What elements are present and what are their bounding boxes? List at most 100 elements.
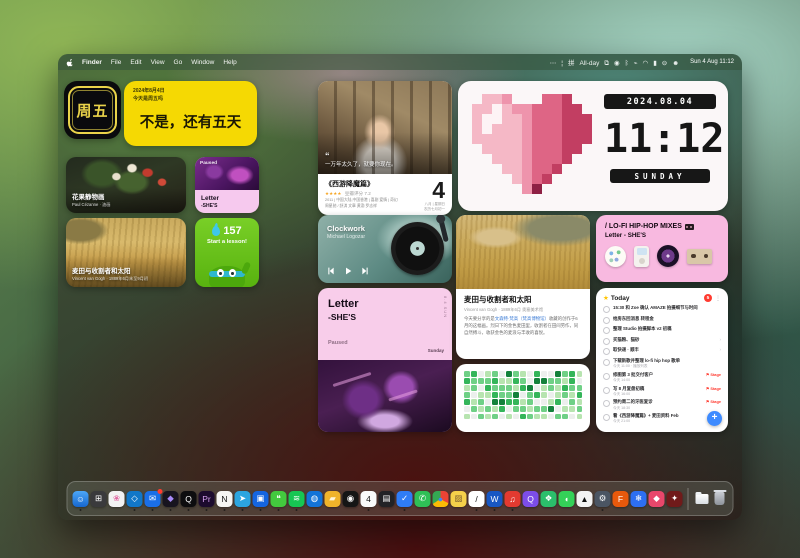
habit-grid-widget[interactable]	[456, 364, 590, 432]
todo-item[interactable]: 预约周二的牙医复诊今天 18:30⚑ Stage	[603, 399, 721, 410]
dock-notion[interactable]: N	[217, 491, 233, 507]
todo-checkbox[interactable]	[603, 359, 610, 366]
todo-item[interactable]: 给房东回消息 转租金	[603, 316, 721, 324]
menu-help[interactable]: Help	[223, 59, 236, 66]
dock-wechat[interactable]: ❝	[271, 491, 287, 507]
dock-carplay[interactable]: ▤	[379, 491, 395, 507]
status-icon-10[interactable]: ⊖	[662, 60, 667, 67]
movie-calendar-widget[interactable]: “ 一万年太久了，就要你现在。 《西游降魔篇》 ★★★★ 豆瓣评分 7.2 20…	[318, 81, 452, 215]
todo-text: 取快递 · 顺丰	[613, 347, 717, 353]
dock-obsidian[interactable]: ◆	[163, 491, 179, 507]
todo-item[interactable]: 修图第 3 批交付客户今天 14:00⚑ Stage	[603, 372, 721, 383]
dock-slash[interactable]: /	[469, 491, 485, 507]
dock-trash[interactable]	[712, 491, 728, 507]
cezanne-art-widget[interactable]: 花果静物画 Paul Cézanne · 油画	[66, 157, 186, 213]
todo-checkbox[interactable]	[603, 387, 610, 394]
more-icon[interactable]: ⋮	[715, 295, 721, 302]
dock-quark[interactable]: Q	[523, 491, 539, 507]
art-daily-widget[interactable]: 麦田与收割者和太阳 Vincent van Gogh · 1889年6月 奥塞美…	[456, 215, 590, 359]
duolingo-streak-widget[interactable]: 157 Start a lesson!	[195, 218, 259, 287]
friday-countdown-widget[interactable]: 2024年8月4日 今天是周五吗 不是，还有五天	[124, 81, 257, 146]
vinyl-player-widget[interactable]: Clockwork Michael Logozar	[318, 215, 452, 283]
dock-netease-music[interactable]: ♫	[505, 491, 521, 507]
dock-downloads[interactable]	[694, 491, 710, 507]
todo-checkbox[interactable]	[603, 373, 610, 380]
previous-track-icon[interactable]	[327, 267, 335, 275]
dock-word[interactable]: W	[487, 491, 503, 507]
todo-item[interactable]: 15:30 和 Zoe 确认 AMAZE 拍摄细节与时间	[603, 305, 721, 313]
dock-shield[interactable]: ❖	[541, 491, 557, 507]
status-icon-11[interactable]: ☻	[672, 60, 679, 67]
status-icon-4[interactable]: ⧉	[604, 60, 609, 67]
next-track-icon[interactable]	[361, 267, 369, 275]
dock-paint[interactable]: ▨	[451, 491, 467, 507]
dock-folder-yellow[interactable]: ▰	[325, 491, 341, 507]
status-icon-2[interactable]: 拼	[568, 60, 575, 67]
todo-checkbox[interactable]	[603, 348, 610, 355]
dock-photos[interactable]: ❀	[109, 491, 125, 507]
dock-meeting[interactable]: ▣	[253, 491, 269, 507]
todo-checkbox[interactable]	[603, 414, 610, 421]
todo-checkbox[interactable]	[603, 338, 610, 345]
todo-checkbox[interactable]	[603, 306, 610, 313]
dock-fraction[interactable]: ❄	[631, 491, 647, 507]
dock-calendar[interactable]: 4	[361, 491, 377, 507]
menu-file[interactable]: File	[111, 59, 121, 66]
todo-item[interactable]: 买猫粮、猫砂›	[603, 337, 721, 345]
dock-vscode[interactable]: ◇	[127, 491, 143, 507]
status-icon-1[interactable]: ¦	[561, 60, 563, 67]
apple-menu-icon[interactable]	[66, 58, 74, 67]
todo-item[interactable]: 下载新歌并整理 lo-fi hip hop 歌单今天 11:00 · 播放列表	[603, 358, 721, 369]
status-icon-0[interactable]: ⋯	[550, 60, 557, 67]
status-icon-3[interactable]: All-day	[579, 60, 599, 67]
dock-f-app[interactable]: F	[613, 491, 629, 507]
dock-mail[interactable]: ✉	[145, 491, 161, 507]
menu-edit[interactable]: Edit	[130, 59, 141, 66]
music-widget-small[interactable]: Paused Letter -SHE'S	[195, 157, 259, 213]
status-icon-6[interactable]: ᛒ	[625, 60, 629, 67]
dock-phone[interactable]: ✆	[415, 491, 431, 507]
dock-messages[interactable]: ◖	[559, 491, 575, 507]
menu-finder[interactable]: Finder	[82, 59, 102, 66]
play-icon[interactable]	[344, 267, 352, 275]
wheatfield-art-widget[interactable]: 麦田与收割者和太阳 Vincent van Gogh · 1889年6月末至9月…	[66, 218, 186, 287]
status-icon-7[interactable]: ⌁	[634, 60, 638, 67]
todo-item[interactable]: 取快递 · 顺丰›	[603, 347, 721, 355]
dock-github[interactable]: ◉	[343, 491, 359, 507]
status-icon-9[interactable]: ▮	[653, 60, 657, 67]
friday-seal-widget[interactable]: 周五	[64, 81, 121, 139]
dock-premiere[interactable]: Pr	[199, 491, 215, 507]
todo-item[interactable]: 看《西游降魔篇》+ 麦田资料 Feb今天 21:00	[603, 413, 721, 424]
grid-cell	[499, 406, 505, 412]
todo-checkbox[interactable]	[603, 400, 610, 407]
dock-things[interactable]: ✓	[397, 491, 413, 507]
lofi-playlist-widget[interactable]: / LO-FI HIP-HOP MIXES Letter - SHE'S	[596, 215, 728, 282]
status-icon-8[interactable]: ◠	[643, 60, 649, 67]
todo-item[interactable]: 写 8 月复盘初稿今天 16:00⚑ Stage	[603, 386, 721, 397]
dock-darkred-app[interactable]: ✦	[667, 491, 683, 507]
add-task-button[interactable]: +	[707, 411, 722, 426]
article-link[interactable]: 文森特·梵高（梵高博物馆）	[495, 316, 549, 321]
dock-steam[interactable]: ⚙	[595, 491, 611, 507]
music-widget-large[interactable]: Letter -SHE'S Paused 8.4 SUN Sunday	[318, 288, 452, 432]
dock-spotify[interactable]: ≋	[289, 491, 305, 507]
menu-go[interactable]: Go	[174, 59, 183, 66]
menu-window[interactable]: Window	[191, 59, 214, 66]
pixel-clock-widget[interactable]: 2024.08.04 11:12 SUNDAY	[458, 81, 728, 211]
dock-telegram[interactable]: ➤	[235, 491, 251, 507]
status-icon-5[interactable]: ◉	[614, 60, 620, 67]
grid-cell	[478, 378, 484, 384]
dock-cursor[interactable]: ▲	[577, 491, 593, 507]
menu-clock[interactable]: Sun 4 Aug 11:12	[690, 59, 734, 65]
dock-pink-app[interactable]: ◆	[649, 491, 665, 507]
dock-docker[interactable]: ◍	[307, 491, 323, 507]
todo-item[interactable]: 整理 Studio 拍摄脚本 v2 初稿	[603, 326, 721, 334]
todo-checkbox[interactable]	[603, 317, 610, 324]
dock-finder[interactable]: ☺	[73, 491, 89, 507]
dock-launchpad[interactable]: ⊞	[91, 491, 107, 507]
reminders-widget[interactable]: ★ Today 5 ⋮ 15:30 和 Zoe 确认 AMAZE 拍摄细节与时间…	[596, 288, 728, 432]
menu-view[interactable]: View	[151, 59, 165, 66]
dock-qq[interactable]: Q	[181, 491, 197, 507]
todo-checkbox[interactable]	[603, 327, 610, 334]
dock-chrome[interactable]: ●	[433, 491, 449, 507]
